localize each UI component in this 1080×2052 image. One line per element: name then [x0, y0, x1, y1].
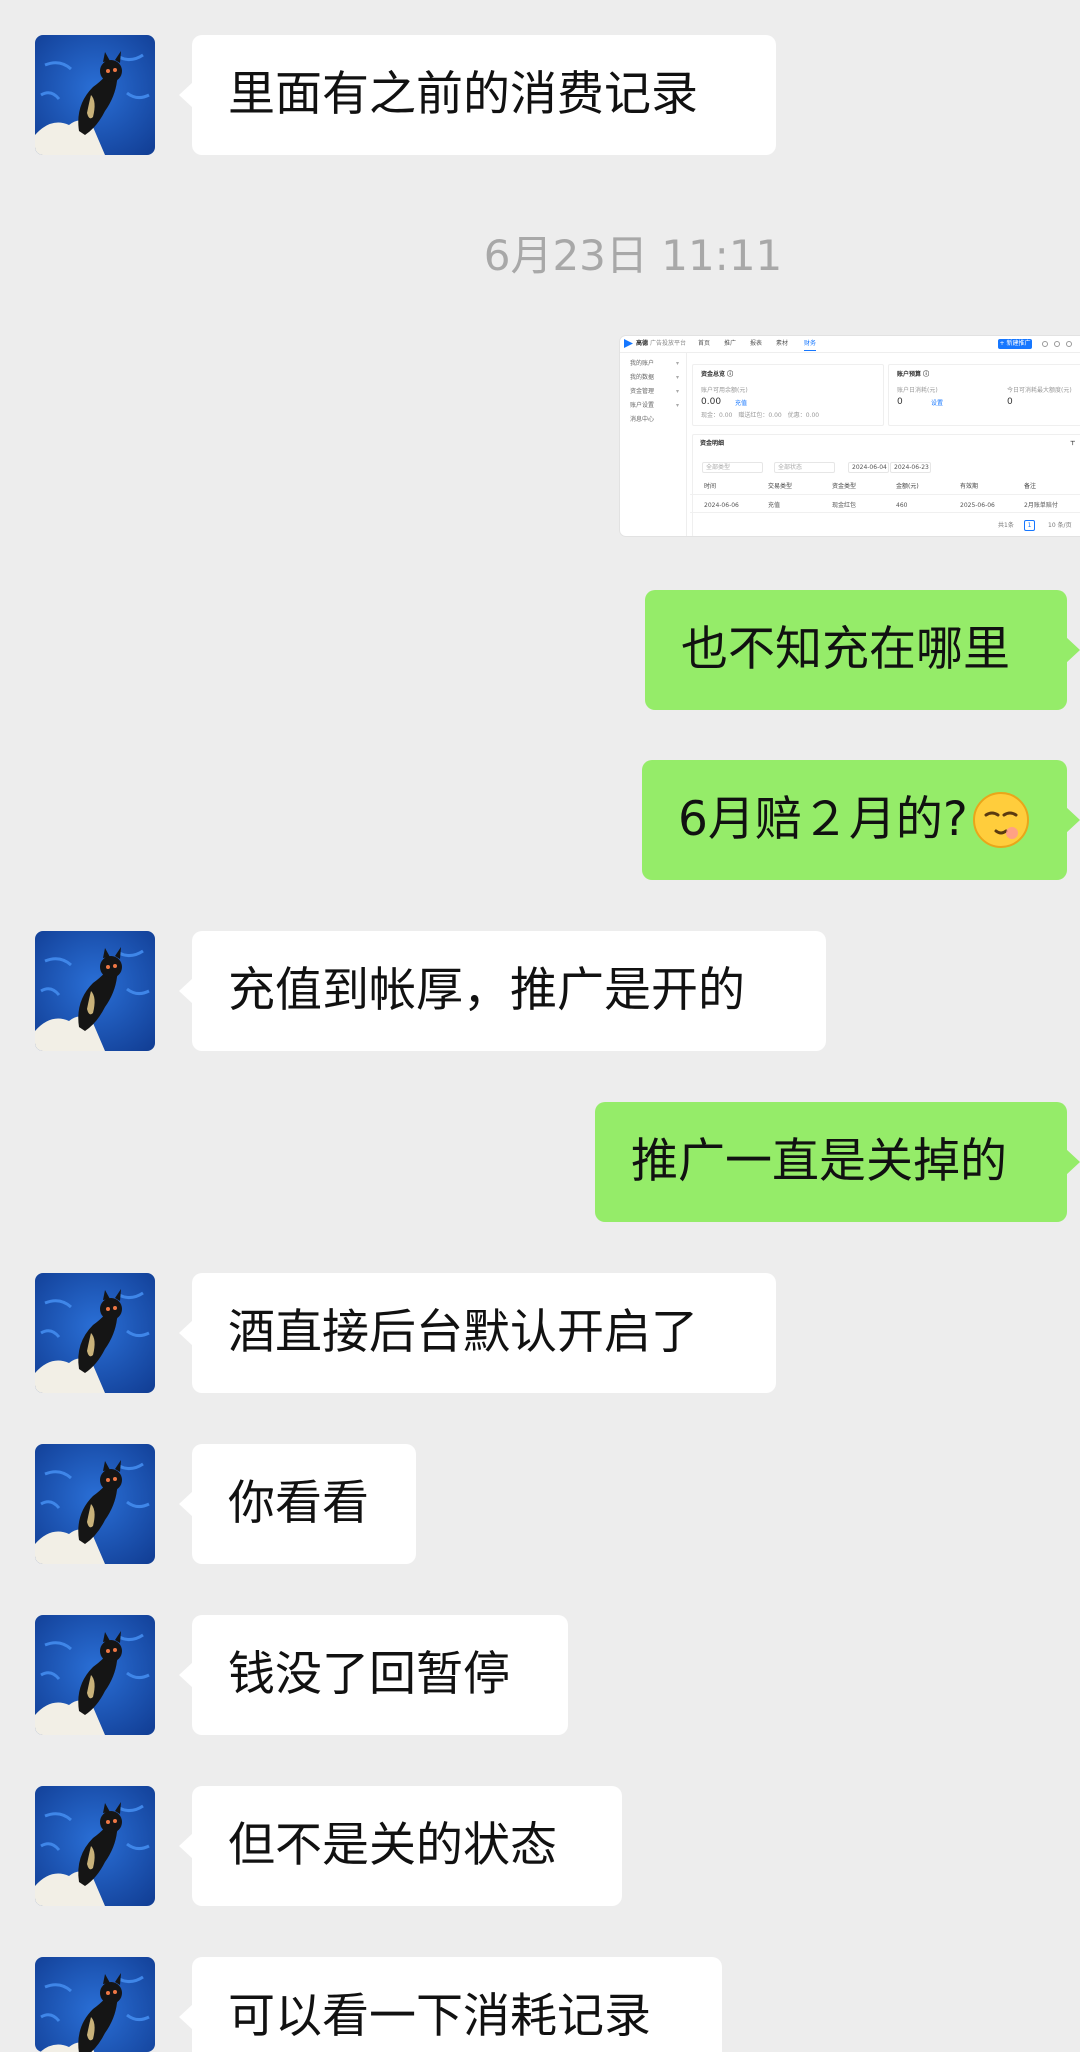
contact-avatar[interactable]: [35, 931, 155, 1051]
sidebar-item: 我的数据: [630, 374, 655, 381]
detail-title: 资金明细: [700, 440, 725, 447]
contact-avatar[interactable]: [35, 1786, 155, 1906]
nav-item-active: 财务: [804, 340, 817, 351]
detail-card: [692, 434, 1080, 536]
sidebar-item: 资金管理: [630, 388, 655, 395]
incoming-message[interactable]: 酒直接后台默认开启了: [179, 1273, 776, 1393]
table-cell: 2024-06-06: [704, 502, 739, 509]
filter-icon: ⊤: [1070, 440, 1076, 447]
nav-item: 首页: [698, 340, 711, 347]
table-cell: 2月账单赔付: [1024, 502, 1058, 509]
message-text: 但不是关的状态: [228, 1818, 557, 1873]
date-end: 2024-06-23: [890, 462, 931, 473]
message-text: 可以看一下消耗记录: [228, 1989, 651, 2044]
table-cell: 充值: [768, 502, 781, 509]
bell-icon: [1054, 341, 1060, 347]
filter-select: 全部状态: [774, 462, 835, 473]
contact-avatar[interactable]: [35, 1615, 155, 1735]
fund-card-detail: 现金：0.00 赠送红包：0.00 优惠：0.00: [701, 412, 820, 419]
fund-card-value: 0.00: [701, 397, 722, 407]
table-cell: 现金红包: [832, 502, 857, 509]
sidebar-item: 账户设置: [630, 402, 655, 409]
face-with-one-eye-closed-icon: [972, 791, 1030, 849]
chevron-down-icon: ▾: [676, 360, 680, 367]
fund-card-title: 资金总览 ⓘ: [701, 371, 734, 378]
table-header: 有效期: [960, 483, 979, 490]
incoming-message[interactable]: 可以看一下消耗记录: [179, 1957, 722, 2052]
contact-avatar[interactable]: [35, 1444, 155, 1564]
screenshot-image-message[interactable]: 高德 广告投放平台 首页 推广 报表 素材 财务 + 新建推广 我的账户 ▾ 我…: [620, 336, 1080, 536]
table-header: 备注: [1024, 483, 1037, 490]
fund-card-link: 充值: [735, 400, 748, 407]
contact-avatar[interactable]: [35, 35, 155, 155]
settings-icon: [1042, 341, 1048, 347]
message-text: 你看看: [228, 1476, 369, 1531]
timestamp: 6月23日 11:11: [483, 231, 783, 280]
budget-card-value: 0: [1007, 397, 1013, 407]
brand-logo-icon: [624, 339, 633, 348]
message-text: 也不知充在哪里: [681, 622, 1010, 677]
chevron-down-icon: ▾: [676, 374, 680, 381]
message-text: 钱没了回暂停: [228, 1647, 510, 1702]
table-header: 金额(元): [896, 483, 919, 490]
table-cell: 460: [896, 502, 908, 509]
message-text: 推广一直是关掉的: [631, 1134, 1007, 1189]
incoming-message[interactable]: 钱没了回暂停: [179, 1615, 568, 1735]
nav-item: 推广: [724, 340, 737, 347]
contact-avatar[interactable]: [35, 1273, 155, 1393]
sidebar-item: 消息中心: [630, 416, 655, 423]
pagination-total: 共1条: [998, 522, 1014, 529]
screenshot-sidebar: 我的账户 ▾ 我的数据 ▾ 资金管理 ▾ 账户设置 ▾ 消息中心: [620, 352, 687, 536]
outgoing-message[interactable]: 也不知充在哪里: [645, 590, 1080, 710]
budget-card-link: 设置: [931, 400, 944, 407]
user-icon: [1066, 341, 1072, 347]
screenshot-header: 高德 广告投放平台 首页 推广 报表 素材 财务 + 新建推广: [620, 336, 1080, 353]
pagination-current: 1: [1024, 520, 1035, 531]
nav-item: 报表: [750, 340, 763, 347]
message-text: 充值到帐厚，推广是开的: [228, 963, 745, 1018]
pagination-size: 10 条/页: [1048, 522, 1072, 529]
outgoing-message[interactable]: 推广一直是关掉的: [595, 1102, 1080, 1222]
table-header: 时间: [704, 483, 717, 490]
table-cell: 2025-06-06: [960, 502, 995, 509]
budget-card-subtitle: 账户日消耗(元): [897, 387, 938, 394]
incoming-message[interactable]: 但不是关的状态: [179, 1786, 622, 1906]
incoming-message[interactable]: 充值到帐厚，推广是开的: [179, 931, 826, 1051]
contact-avatar[interactable]: [35, 1957, 155, 2052]
message-text: 里面有之前的消费记录: [228, 67, 698, 122]
budget-card-subtitle: 今日可消耗最大额度(元): [1007, 387, 1072, 394]
budget-card: 账户预算 ⓘ 账户日消耗(元) 0 设置 今日可消耗最大额度(元) 0: [888, 364, 1080, 426]
incoming-message[interactable]: 里面有之前的消费记录: [179, 35, 776, 155]
divider: [690, 512, 1080, 513]
budget-card-title: 账户预算 ⓘ: [897, 371, 930, 378]
create-campaign-button: + 新建推广: [998, 339, 1032, 349]
chevron-down-icon: ▾: [676, 388, 680, 395]
sidebar-item: 我的账户: [630, 360, 655, 367]
table-header: 资金类型: [832, 483, 857, 490]
fund-card: 资金总览 ⓘ 账户可用余额(元) 0.00 充值 现金：0.00 赠送红包：0.…: [692, 364, 884, 426]
fund-card-subtitle: 账户可用余额(元): [701, 387, 748, 394]
date-start: 2024-06-04: [848, 462, 889, 473]
nav-item: 素材: [776, 340, 789, 347]
incoming-message[interactable]: 你看看: [179, 1444, 416, 1564]
outgoing-message[interactable]: 6月赔２月的?: [642, 760, 1080, 880]
filter-select: 全部类型: [702, 462, 763, 473]
brand-name: 高德: [636, 340, 649, 347]
brand-subtitle: 广告投放平台: [650, 340, 687, 347]
budget-card-value: 0: [897, 397, 903, 407]
chat-view: 里面有之前的消费记录 6月23日 11:11 高德 广告投放平台 首页 推广 报…: [0, 0, 1080, 2052]
message-text: 酒直接后台默认开启了: [228, 1305, 698, 1360]
table-header: 交易类型: [768, 483, 793, 490]
message-text: 6月赔２月的?: [678, 792, 968, 847]
chevron-down-icon: ▾: [676, 402, 680, 409]
divider: [690, 494, 1080, 495]
